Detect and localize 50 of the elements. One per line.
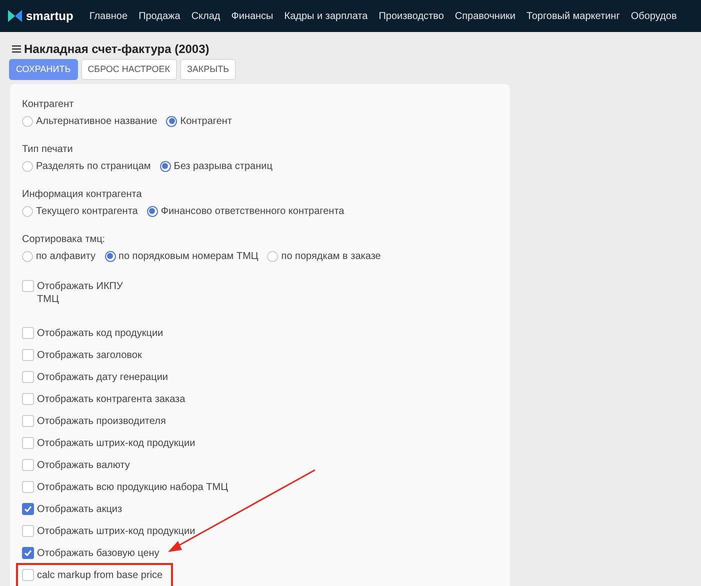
group-label: Сортировака тмц: [22,233,106,247]
checkmark-icon [24,505,32,513]
option-label: Отображать валюту [37,458,130,472]
option-label: по алфавиту [36,250,96,264]
option-label: Отображать штрих-код продукции [37,436,196,450]
option-label: Отображать всю продукцию набора ТМЦ [37,480,228,494]
option-label: Отображать контрагента заказа [37,392,186,406]
option-label: Отображать ИКПУ [37,280,123,293]
option-label: Отображать заголовок [37,348,142,362]
option-label: calc markup from base price [37,568,163,582]
option-label: Текущего контрагента [36,204,138,218]
nav-link[interactable]: Производство [378,8,444,24]
nav-link[interactable]: Справочники [454,8,516,24]
option-label: Контрагент [180,114,232,128]
radio-button[interactable] [160,160,171,172]
option-label: по порядковым номерам ТМЦ [118,250,258,264]
nav-link[interactable]: Продажа [138,8,180,24]
option-label: Разделять по страницам [36,160,151,174]
brand-name: smartup [26,8,74,25]
nav-link[interactable]: Оборудов [630,8,677,24]
nav-link[interactable]: Главное [89,8,128,24]
option-label: Финансово ответственного контрагента [160,204,344,218]
checkbox[interactable] [22,547,34,559]
radio-button[interactable] [104,250,116,262]
option-label: Отображать базовую цену [37,546,160,560]
group-label: Контрагент [22,98,75,112]
menu-icon[interactable] [12,44,21,52]
option-label: Отображать производителя [37,414,166,428]
toolbar-button[interactable]: СБРОС НАСТРОЕК [80,59,177,80]
option-label: по порядкам в заказе [281,250,381,264]
group-label: Тип печати [22,143,74,157]
checkbox[interactable] [22,503,34,515]
option-label: Отображать штрих-код продукции [37,524,196,538]
nav-link[interactable]: Торговый маркетинг [526,8,620,24]
option-label: Альтернативное название [36,114,158,128]
nav-link[interactable]: Кадры и зарплата [284,8,368,24]
option-label: ТМЦ [37,293,60,306]
group-label: Информация контрагента [22,188,143,202]
option-label: Отображать акциз [37,502,122,516]
page-title: Накладная счет-фактура (2003) [24,40,210,58]
option-label: Отображать код продукции [37,326,164,340]
checkmark-icon [24,549,32,557]
radio-button[interactable] [146,206,158,216]
radio-button[interactable] [166,116,178,126]
logo-icon [8,10,22,22]
nav-link[interactable]: Склад [191,8,220,24]
option-label: Без разрыва страниц [174,160,272,174]
nav-link[interactable]: Финансы [231,8,274,24]
toolbar-button[interactable]: ЗАКРЫТЬ [180,59,236,80]
option-label: Отображать дату генерации [37,370,168,384]
